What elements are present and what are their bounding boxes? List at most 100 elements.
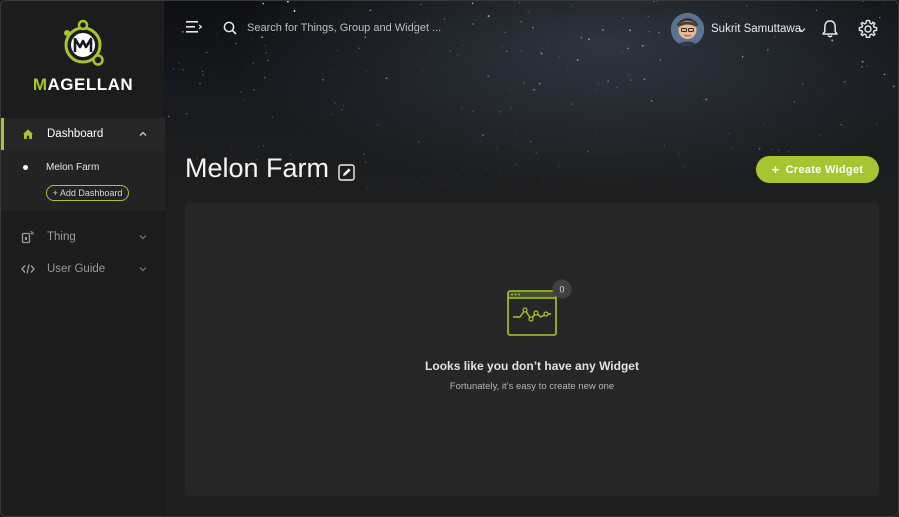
star-dot — [299, 132, 301, 133]
star-dot — [418, 126, 419, 128]
star-dot — [388, 181, 391, 184]
star-dot — [272, 116, 274, 118]
magellan-logo[interactable]: MAGELLAN — [1, 19, 165, 95]
star-dot — [595, 88, 596, 90]
chevron-down-icon[interactable] — [138, 264, 148, 274]
star-dot — [278, 120, 280, 121]
star-dot — [637, 188, 639, 190]
user-avatar[interactable] — [671, 13, 704, 46]
star-dot — [602, 141, 604, 144]
star-dot — [597, 82, 599, 84]
user-avatar-image — [671, 13, 704, 46]
star-dot — [816, 190, 818, 192]
search-icon[interactable] — [223, 21, 237, 35]
star-dot — [762, 123, 765, 125]
star-dot — [559, 169, 560, 171]
star-dot — [499, 110, 502, 113]
star-dot — [535, 152, 537, 154]
star-dot — [418, 141, 420, 143]
star-dot — [818, 93, 820, 95]
star-dot — [367, 71, 369, 72]
star-dot — [754, 83, 756, 84]
star-dot — [564, 198, 567, 200]
star-dot — [678, 153, 680, 155]
star-dot — [515, 196, 517, 198]
star-dot — [607, 80, 610, 83]
widget-panel: 0 Looks like you don’t have any Widget F… — [185, 203, 879, 496]
star-dot — [342, 104, 345, 107]
logo-wordmark-prefix: M — [32, 75, 48, 94]
dashboard-list-item[interactable]: Melon Farm — [1, 158, 165, 176]
chevron-down-icon[interactable] — [138, 232, 148, 242]
star-dot — [328, 70, 330, 72]
star-dot — [892, 85, 895, 88]
bell-icon[interactable] — [821, 19, 839, 39]
gear-icon[interactable] — [858, 19, 878, 39]
star-dot — [541, 181, 544, 183]
star-dot — [202, 70, 203, 72]
star-dot — [793, 101, 796, 103]
sidebar-item-dashboard[interactable]: Dashboard — [1, 118, 165, 150]
star-dot — [576, 59, 579, 61]
top-bar: Sukrit Samuttawa — [165, 1, 898, 57]
star-dot — [773, 197, 775, 199]
star-dot — [247, 66, 249, 67]
star-dot — [832, 151, 834, 152]
star-dot — [758, 147, 761, 150]
star-dot — [472, 110, 474, 112]
star-dot — [461, 108, 463, 110]
star-dot — [514, 131, 516, 133]
star-dot — [502, 185, 504, 188]
star-dot — [875, 123, 878, 126]
main-content: Sukrit Samuttawa Melon Farm + Create Wid… — [165, 1, 898, 516]
star-dot — [819, 134, 821, 136]
star-dot — [199, 82, 201, 85]
star-dot — [165, 97, 166, 99]
star-dot — [798, 114, 800, 116]
star-dot — [843, 80, 846, 83]
edit-icon[interactable] — [338, 164, 355, 181]
star-dot — [421, 176, 424, 178]
add-dashboard-button[interactable]: + Add Dashboard — [46, 185, 129, 201]
star-dot — [362, 153, 365, 156]
star-dot — [643, 78, 646, 81]
star-dot — [441, 184, 444, 187]
star-dot — [480, 184, 482, 186]
star-dot — [686, 135, 688, 137]
sidebar-item-thing[interactable]: Thing — [1, 221, 165, 253]
star-dot — [252, 62, 254, 64]
hamburger-menu-icon[interactable] — [186, 20, 202, 34]
star-dot — [481, 134, 484, 137]
sidebar-item-label: User Guide — [47, 263, 106, 275]
star-dot — [172, 68, 175, 70]
star-dot — [179, 68, 180, 70]
create-widget-button[interactable]: + Create Widget — [756, 156, 879, 183]
star-dot — [529, 140, 532, 143]
star-dot — [423, 70, 424, 72]
star-dot — [647, 175, 649, 177]
search-input[interactable] — [247, 18, 477, 38]
chevron-up-icon[interactable] — [138, 129, 148, 139]
star-dot — [499, 174, 502, 177]
user-name[interactable]: Sukrit Samuttawa — [711, 23, 801, 35]
star-dot — [351, 95, 352, 97]
star-dot — [771, 148, 773, 151]
star-dot — [202, 74, 204, 76]
star-dot — [500, 193, 503, 196]
star-dot — [366, 186, 369, 188]
star-dot — [243, 99, 245, 101]
star-dot — [861, 60, 864, 63]
page-title: Melon Farm — [185, 153, 330, 183]
create-widget-label: Create Widget — [785, 163, 864, 176]
star-dot — [663, 144, 666, 147]
star-dot — [705, 98, 708, 101]
chevron-down-icon[interactable] — [798, 26, 806, 34]
star-dot — [231, 148, 233, 151]
star-dot — [486, 168, 489, 170]
star-dot — [879, 57, 880, 59]
star-dot — [312, 187, 314, 190]
star-dot — [552, 189, 554, 190]
empty-state-subtitle: Fortunately, it’s easy to create new one — [449, 381, 615, 392]
sidebar-item-user-guide[interactable]: User Guide — [1, 253, 165, 285]
star-dot — [662, 186, 663, 188]
